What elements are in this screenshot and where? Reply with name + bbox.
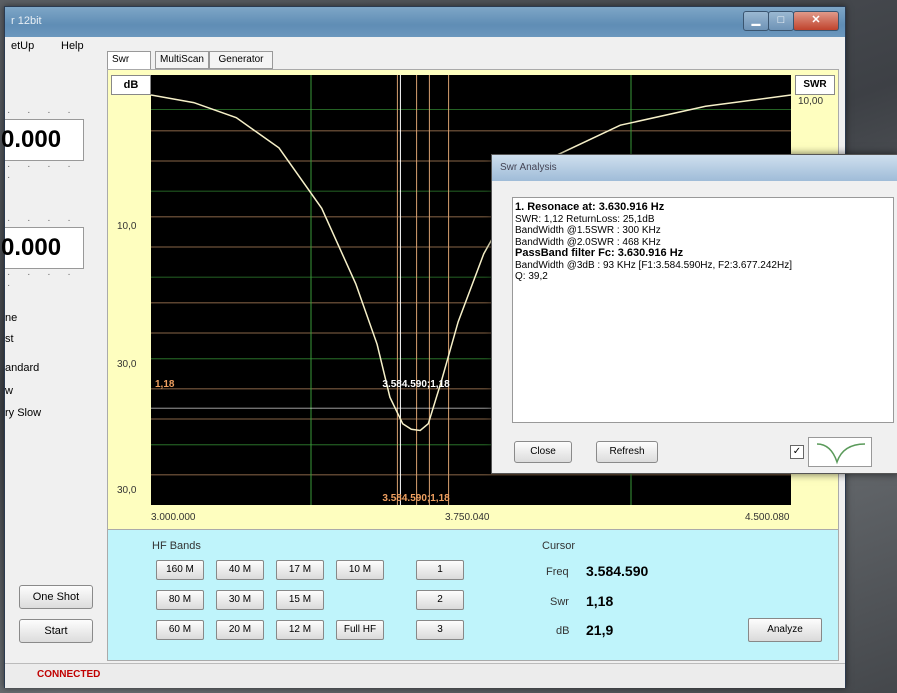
- band-button[interactable]: 30 M: [216, 590, 264, 610]
- connection-status: CONNECTED: [37, 669, 101, 680]
- speed-option-3[interactable]: w: [5, 385, 13, 397]
- dialog-close-button[interactable]: Close: [514, 441, 572, 463]
- x-tick-label-1: 3.750.040: [445, 512, 490, 523]
- freq-dots-bottom-under: · · · · ·: [7, 269, 78, 291]
- y-tick-label-2: 30,0: [117, 485, 137, 496]
- dialog-title-bar[interactable]: Swr Analysis: [492, 155, 897, 181]
- analysis-line: BandWidth @3dB : 93 KHz [F1:3.584.590Hz,…: [515, 259, 792, 271]
- close-button[interactable]: ✕: [793, 11, 839, 31]
- analysis-line: 1. Resonace at: 3.630.916 Hz: [515, 201, 665, 213]
- dialog-refresh-button[interactable]: Refresh: [596, 441, 658, 463]
- y-tick-label-1: 30,0: [117, 359, 137, 370]
- menu-bar: etUp Help: [5, 37, 105, 57]
- cursor-bottom-label: 3.584.590;1,18: [382, 493, 450, 504]
- dialog-chart-thumbnail[interactable]: [808, 437, 872, 467]
- status-bar: CONNECTED: [5, 663, 845, 688]
- freq-dots-top-under: · · · · ·: [7, 161, 78, 183]
- dialog-title: Swr Analysis: [500, 162, 557, 173]
- speed-option-0[interactable]: ne: [5, 312, 17, 324]
- maximize-icon: □: [777, 14, 785, 26]
- thumbnail-chart-icon: [816, 443, 866, 465]
- y-tick-label-0: 10,0: [117, 221, 137, 232]
- swr-tick-label: 10,00: [798, 96, 824, 107]
- analysis-line: PassBand filter Fc: 3.630.916 Hz: [515, 247, 684, 259]
- band-button[interactable]: 15 M: [276, 590, 324, 610]
- stop-frequency-display[interactable]: 0.000: [1, 227, 84, 269]
- tab-multiscan[interactable]: MultiScan: [155, 51, 209, 69]
- speed-option-1[interactable]: st: [5, 333, 14, 345]
- preset-button[interactable]: 1: [416, 560, 464, 580]
- minimize-button[interactable]: ▁: [743, 11, 769, 31]
- one-shot-button[interactable]: One Shot: [19, 585, 93, 609]
- band-button[interactable]: 12 M: [276, 620, 324, 640]
- cursor-title: Cursor: [542, 540, 576, 552]
- band-button[interactable]: Full HF: [336, 620, 384, 640]
- hf-bands-title: HF Bands: [152, 540, 201, 552]
- cursor-freq-value: 3.584.590: [586, 563, 649, 579]
- tab-swr[interactable]: Swr: [107, 51, 151, 70]
- x-tick-label-0: 3.000.000: [151, 512, 196, 523]
- cursor-db-value: 21,9: [586, 622, 614, 638]
- analysis-results-text: 1. Resonace at: 3.630.916 Hz SWR: 1,12 Re…: [512, 197, 894, 423]
- check-icon: ✓: [792, 446, 802, 457]
- cursor-freq-label: Freq: [546, 566, 569, 578]
- cursor-db-label: dB: [556, 625, 570, 637]
- analysis-line: SWR: 1,12 ReturnLoss: 25,1dB: [515, 213, 655, 225]
- speed-option-4[interactable]: ry Slow: [5, 407, 41, 419]
- band-button[interactable]: 160 M: [156, 560, 204, 580]
- band-button[interactable]: 17 M: [276, 560, 324, 580]
- cursor-swr-label: Swr: [550, 596, 569, 608]
- analysis-line: BandWidth @1.5SWR : 300 KHz: [515, 225, 661, 236]
- cursor-swr-value: 1,18: [586, 593, 614, 609]
- speed-option-2[interactable]: andard: [5, 362, 39, 374]
- db-axis-header: dB: [111, 75, 151, 95]
- band-button[interactable]: 80 M: [156, 590, 204, 610]
- analyze-button[interactable]: Analyze: [748, 618, 822, 642]
- preset-button[interactable]: 3: [416, 620, 464, 640]
- maximize-button[interactable]: □: [768, 11, 794, 31]
- band-button[interactable]: 40 M: [216, 560, 264, 580]
- swr-axis-header: SWR: [795, 75, 835, 95]
- cursor-swr-label: 3.584.590;1,18: [382, 379, 450, 390]
- x-tick-label-2: 4.500.080: [745, 512, 790, 523]
- band-button[interactable]: 20 M: [216, 620, 264, 640]
- start-button[interactable]: Start: [19, 619, 93, 643]
- close-icon: ✕: [811, 14, 821, 26]
- dialog-checkbox[interactable]: ✓: [790, 445, 804, 459]
- menu-help[interactable]: Help: [61, 40, 84, 52]
- minimize-icon: ▁: [751, 14, 761, 26]
- band-button[interactable]: 10 M: [336, 560, 384, 580]
- tab-generator[interactable]: Generator: [209, 51, 273, 69]
- controls-panel: HF Bands Cursor Freq 3.584.590 Swr 1,18 …: [107, 529, 839, 661]
- window-title: r 12bit: [11, 15, 42, 27]
- marker-left-label: 1,18: [155, 379, 175, 390]
- analysis-line: Q: 39,2: [515, 271, 548, 282]
- preset-button[interactable]: 2: [416, 590, 464, 610]
- title-bar[interactable]: r 12bit ▁ □ ✕: [5, 7, 845, 37]
- swr-analysis-dialog: Swr Analysis 1. Resonace at: 3.630.916 H…: [491, 154, 897, 474]
- start-frequency-display[interactable]: 0.000: [1, 119, 84, 161]
- band-button[interactable]: 60 M: [156, 620, 204, 640]
- menu-setup[interactable]: etUp: [11, 40, 34, 52]
